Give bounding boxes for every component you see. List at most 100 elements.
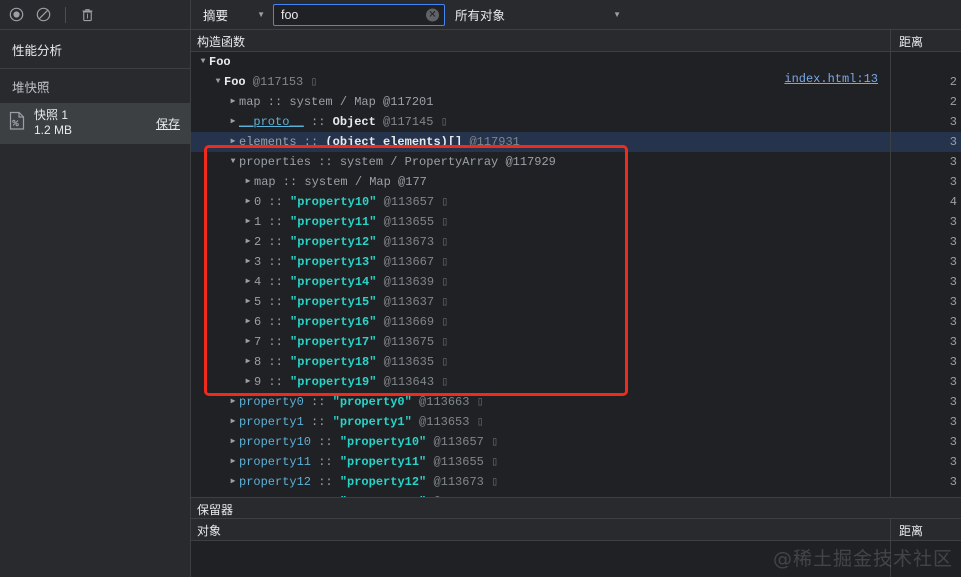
perspective-select-value: 摘要 — [203, 9, 229, 23]
chevron-right-icon[interactable] — [242, 192, 254, 212]
constructor-tree-column[interactable]: index.html:13 FooFoo @117153 ▯map :: sys… — [191, 52, 891, 497]
tree-row-label: properties :: system / PropertyArray @11… — [239, 155, 556, 169]
chevron-right-icon[interactable] — [227, 432, 239, 452]
chevron-right-icon[interactable] — [227, 112, 239, 132]
body-area: 性能分析 堆快照 快照 1 1.2 MB 保存 构造函数 距离 index.ht… — [0, 30, 961, 577]
tree-row[interactable]: 5 :: "property15" @113637 ▯ — [191, 292, 890, 312]
tree-row-label: map :: system / Map @177 — [254, 175, 427, 189]
chevron-down-icon[interactable] — [212, 72, 224, 92]
chevron-right-icon[interactable] — [242, 252, 254, 272]
tree-row[interactable]: 7 :: "property17" @113675 ▯ — [191, 332, 890, 352]
tree-row[interactable]: 8 :: "property18" @113635 ▯ — [191, 352, 890, 372]
tree-row[interactable]: elements :: (object elements)[] @117931 — [191, 132, 890, 152]
tree-area: index.html:13 FooFoo @117153 ▯map :: sys… — [191, 52, 961, 497]
tree-row-label: property1 :: "property1" @113653 ▯ — [239, 415, 484, 429]
chevron-right-icon[interactable] — [242, 332, 254, 352]
retainers-empty-body — [191, 541, 961, 577]
distance-cell: 2 — [949, 75, 957, 89]
clear-search-icon[interactable]: ✕ — [426, 8, 439, 21]
snapshot-file-icon — [8, 111, 28, 136]
tree-row[interactable]: property10 :: "property10" @113657 ▯ — [191, 432, 890, 452]
tree-row[interactable]: __proto__ :: Object @117145 ▯ — [191, 112, 890, 132]
record-icon[interactable] — [8, 6, 25, 23]
tree-row[interactable]: 4 :: "property14" @113639 ▯ — [191, 272, 890, 292]
column-header-constructor[interactable]: 构造函数 — [191, 30, 891, 51]
chevron-right-icon[interactable] — [227, 412, 239, 432]
tree-row[interactable]: map :: system / Map @117201 — [191, 92, 890, 112]
chevron-right-icon[interactable] — [242, 232, 254, 252]
tree-row-label: property12 :: "property12" @113673 ▯ — [239, 475, 499, 489]
chevron-right-icon[interactable] — [227, 392, 239, 412]
retainers-panel: 保留器 对象 距离 — [191, 497, 961, 577]
chevron-right-icon[interactable] — [227, 92, 239, 112]
chevron-right-icon[interactable] — [242, 312, 254, 332]
tree-row[interactable]: 2 :: "property12" @113673 ▯ — [191, 232, 890, 252]
trash-icon[interactable] — [79, 6, 96, 23]
tree-row-label: 2 :: "property12" @113673 ▯ — [254, 235, 449, 249]
chevron-right-icon[interactable] — [242, 172, 254, 192]
chevron-right-icon[interactable] — [227, 472, 239, 492]
snapshot-save-link[interactable]: 保存 — [156, 115, 180, 132]
tree-row[interactable]: property13 :: "property13" @113667 ▯ — [191, 492, 890, 497]
object-filter-select[interactable]: 所有对象 ▼ — [449, 4, 625, 26]
clear-icon[interactable] — [35, 6, 52, 23]
chevron-right-icon[interactable] — [242, 372, 254, 392]
distance-cell: 3 — [949, 335, 957, 349]
source-link-index-html[interactable]: index.html:13 — [784, 72, 878, 86]
chevron-right-icon[interactable] — [242, 292, 254, 312]
tree-row-label: 7 :: "property17" @113675 ▯ — [254, 335, 449, 349]
sidebar-group-heap-snapshots: 堆快照 — [12, 81, 50, 95]
retainers-title: 保留器 — [197, 503, 234, 517]
tree-row[interactable]: property1 :: "property1" @113653 ▯ — [191, 412, 890, 432]
chevron-right-icon[interactable] — [242, 352, 254, 372]
sidebar: 性能分析 堆快照 快照 1 1.2 MB 保存 — [0, 30, 191, 577]
chevron-down-icon: ▼ — [257, 10, 265, 19]
chevron-right-icon[interactable] — [242, 272, 254, 292]
chevron-right-icon[interactable] — [227, 492, 239, 497]
tree-row-label: property0 :: "property0" @113663 ▯ — [239, 395, 484, 409]
distance-cell: 3 — [949, 275, 957, 289]
distance-cell: 3 — [949, 155, 957, 169]
distance-cell: 3 — [949, 315, 957, 329]
snapshot-title: 快照 1 — [34, 108, 69, 122]
main-panel: 构造函数 距离 index.html:13 FooFoo @117153 ▯ma… — [191, 30, 961, 577]
tree-row-label: Foo — [209, 55, 231, 69]
search-input[interactable] — [281, 4, 422, 25]
chevron-right-icon[interactable] — [227, 132, 239, 152]
tree-row[interactable]: properties :: system / PropertyArray @11… — [191, 152, 890, 172]
distance-cell: 3 — [949, 175, 957, 189]
tree-row[interactable]: 3 :: "property13" @113667 ▯ — [191, 252, 890, 272]
chevron-down-icon[interactable] — [227, 152, 239, 172]
tree-row[interactable]: 9 :: "property19" @113643 ▯ — [191, 372, 890, 392]
distance-column: 2 2 3 3 3 3 4 3 3 3 3 3 3 3 3 3 3 3 3 3 3 3 — [891, 52, 961, 497]
retainers-title-spacer — [891, 498, 961, 518]
column-header-retainer-distance[interactable]: 距离 — [891, 519, 961, 540]
perspective-select[interactable]: 摘要 ▼ — [197, 4, 269, 26]
chevron-right-icon[interactable] — [227, 452, 239, 472]
tree-row-label: property11 :: "property11" @113655 ▯ — [239, 455, 499, 469]
tree-row[interactable]: map :: system / Map @177 — [191, 172, 890, 192]
tree-row-label: 3 :: "property13" @113667 ▯ — [254, 255, 449, 269]
snapshot-meta: 快照 1 1.2 MB — [34, 108, 156, 138]
tree-row[interactable]: Foo — [191, 52, 890, 72]
search-field-wrapper[interactable]: ✕ — [273, 3, 445, 26]
tree-row[interactable]: 6 :: "property16" @113669 ▯ — [191, 312, 890, 332]
column-header-distance[interactable]: 距离 — [891, 30, 961, 51]
chevron-down-icon: ▼ — [613, 10, 621, 19]
chevron-right-icon[interactable] — [242, 212, 254, 232]
distance-cell: 3 — [949, 435, 957, 449]
devtools-memory-panel: 摘要 ▼ ✕ 所有对象 ▼ 性能分析 堆快照 — [0, 0, 961, 577]
distance-cell: 2 — [949, 95, 957, 109]
chevron-down-icon[interactable] — [197, 52, 209, 72]
distance-cell: 3 — [891, 132, 961, 152]
tree-row[interactable]: property0 :: "property0" @113663 ▯ — [191, 392, 890, 412]
tree-grid-header: 构造函数 距离 — [191, 30, 961, 52]
tree-row[interactable]: property11 :: "property11" @113655 ▯ — [191, 452, 890, 472]
column-header-object[interactable]: 对象 — [191, 519, 891, 540]
tree-row[interactable]: 0 :: "property10" @113657 ▯ — [191, 192, 890, 212]
tree-row-label: 6 :: "property16" @113669 ▯ — [254, 315, 449, 329]
tree-row[interactable]: 1 :: "property11" @113655 ▯ — [191, 212, 890, 232]
sidebar-item-snapshot-1[interactable]: 快照 1 1.2 MB 保存 — [0, 103, 190, 144]
tree-row-label: 9 :: "property19" @113643 ▯ — [254, 375, 449, 389]
tree-row[interactable]: property12 :: "property12" @113673 ▯ — [191, 472, 890, 492]
